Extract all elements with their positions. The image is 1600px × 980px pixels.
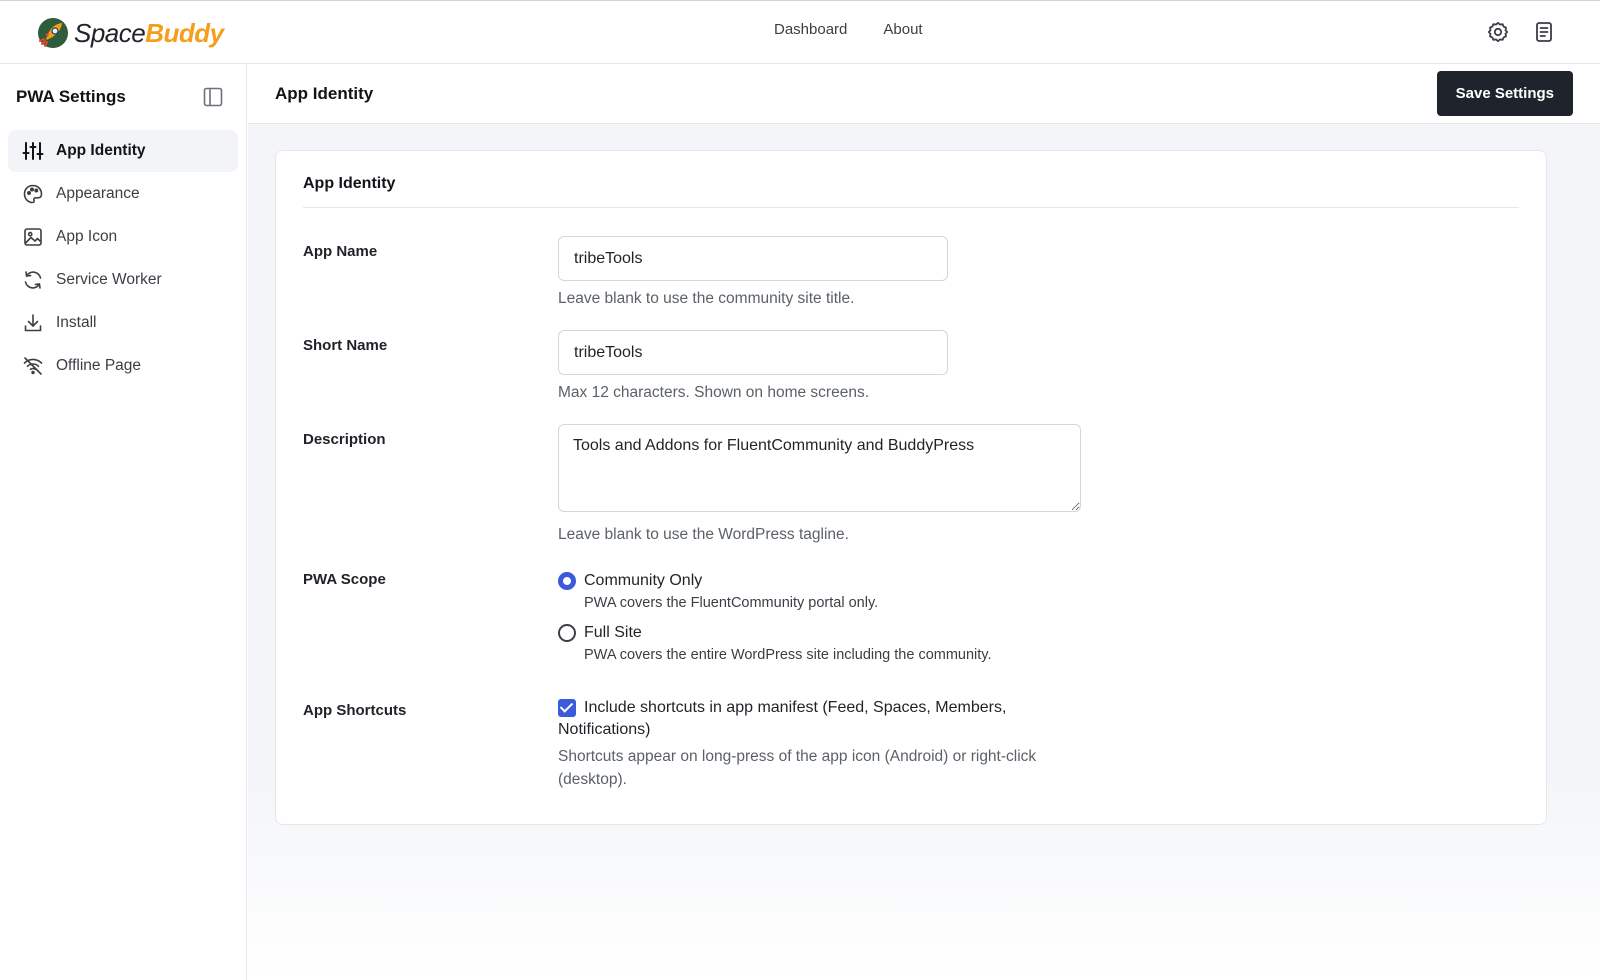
radio-label: Full Site [584,624,642,641]
radio-description: PWA covers the entire WordPress site inc… [584,647,992,663]
app-name-input[interactable] [558,236,948,281]
scope-option-community[interactable]: Community Only [558,572,992,590]
app-name-label: App Name [303,243,378,260]
shortcuts-checkbox-label: Include shortcuts in app manifest (Feed,… [558,699,1007,738]
save-settings-button[interactable]: Save Settings [1436,71,1573,116]
sidebar-item-label: App Icon [56,228,118,245]
wifi-off-icon [22,355,44,377]
sidebar-item-label: Install [56,314,97,331]
sidebar-item-appearance[interactable]: Appearance [8,173,238,215]
sidebar-item-offline-page[interactable]: Offline Page [8,345,238,387]
sidebar-toggle-icon[interactable] [202,86,224,108]
app-shortcuts-control: Include shortcuts in app manifest (Feed,… [558,697,1078,791]
nav-about[interactable]: About [883,21,922,38]
download-icon [22,312,44,334]
description-control: Tools and Addons for FluentCommunity and… [558,424,1081,546]
nav-dashboard[interactable]: Dashboard [774,21,847,38]
sidebar-item-app-identity[interactable]: App Identity [8,130,238,172]
brand-name: SpaceBuddy [74,17,224,48]
card-divider [303,207,1519,208]
palette-icon [22,183,44,205]
main-content: App Identity Save Settings App Identity … [248,64,1600,980]
sidebar-item-app-icon[interactable]: App Icon [8,216,238,258]
description-textarea[interactable]: Tools and Addons for FluentCommunity and… [558,424,1081,512]
top-icons [1486,20,1556,44]
shortcuts-checkbox[interactable] [558,699,576,717]
short-name-help: Max 12 characters. Shown on home screens… [558,384,870,401]
sidebar-item-service-worker[interactable]: Service Worker [8,259,238,301]
description-help: Leave blank to use the WordPress tagline… [558,526,849,543]
radio-description: PWA covers the FluentCommunity portal on… [584,595,879,611]
community-only-radio[interactable] [558,572,576,590]
gear-icon[interactable] [1486,20,1510,44]
description-label: Description [303,431,386,448]
sidebar-nav: App Identity Appearance App Icon Service… [0,130,246,387]
shortcuts-help: Shortcuts appear on long-press of the ap… [558,748,1037,788]
sidebar-title: PWA Settings [16,87,126,106]
page-title: App Identity [275,83,374,103]
top-nav: Dashboard About [774,21,923,38]
image-icon [22,226,44,248]
settings-card: App Identity App Name Leave blank to use… [275,150,1547,825]
card-title: App Identity [303,175,396,192]
main-header: App Identity Save Settings [248,64,1600,124]
shortcuts-checkbox-row[interactable]: Include shortcuts in app manifest (Feed,… [558,697,1078,741]
sidebar-header: PWA Settings [0,64,246,130]
document-icon[interactable] [1532,20,1556,44]
sidebar-item-label: Service Worker [56,271,162,288]
radio-label: Community Only [584,572,703,589]
sidebar-item-label: Offline Page [56,357,142,374]
app-shortcuts-label: App Shortcuts [303,702,407,719]
sidebar-item-label: Appearance [56,185,140,202]
short-name-input[interactable] [558,330,948,375]
short-name-label: Short Name [303,337,388,354]
logo[interactable]: SpaceBuddy [36,13,224,53]
app-name-control: Leave blank to use the community site ti… [558,236,948,310]
refresh-icon [22,269,44,291]
pwa-scope-control: Community Only PWA covers the FluentComm… [558,572,992,663]
top-bar: SpaceBuddy Dashboard About [0,0,1600,64]
rocket-icon [36,16,70,50]
sliders-icon [22,140,44,162]
app-name-help: Leave blank to use the community site ti… [558,290,855,307]
sidebar: PWA Settings App Identity Appearance App… [0,64,247,980]
sidebar-item-install[interactable]: Install [8,302,238,344]
short-name-control: Max 12 characters. Shown on home screens… [558,330,948,404]
full-site-radio[interactable] [558,624,576,642]
scope-option-full-site[interactable]: Full Site [558,624,992,642]
pwa-scope-label: PWA Scope [303,571,386,588]
sidebar-item-label: App Identity [56,142,146,159]
